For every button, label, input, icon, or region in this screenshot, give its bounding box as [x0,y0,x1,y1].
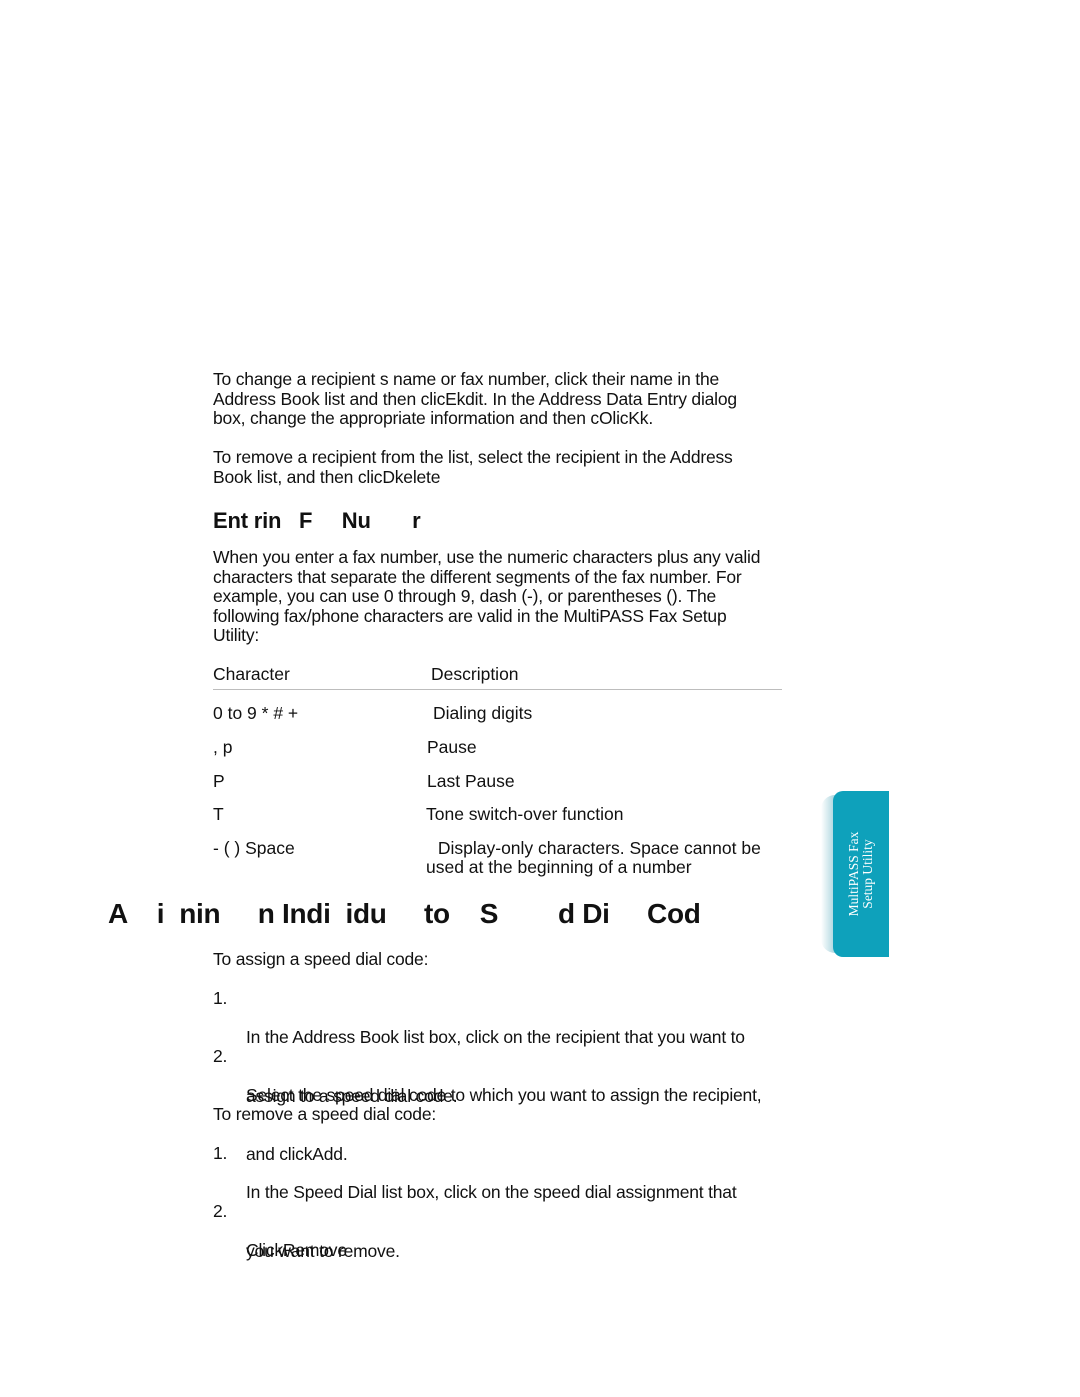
cell-character: - ( ) Space [213,838,295,858]
text-line: Address Book list and then clicEkdit. In… [213,388,737,409]
text-line: Book list, and then clicDkelete [213,466,441,487]
step-text-line: Select the speed dial code to which you … [246,1085,762,1106]
table-header-character: Character [213,664,290,684]
cell-description: Pause [427,737,477,757]
step-text-line: In the Address Book list box, click on t… [246,1027,745,1048]
text-line: Utility: [213,625,260,646]
text-line: To remove a speed dial code: [213,1104,437,1124]
step-text-line: In the Speed Dial list box, click on the… [246,1182,737,1203]
tab-label-line: Setup Utility [860,839,875,909]
section-heading-entering-fax-numbers: Ent rin F Nu r [213,508,421,533]
step-number: 1. [213,1143,228,1163]
step-number: 2. [213,1046,228,1066]
cell-description: Dialing digits [433,703,533,723]
cell-description: Tone switch-over function [426,804,624,824]
step-text-line: ClickRemove [246,1240,347,1261]
text-line: example, you can use 0 through 9, dash (… [213,586,717,607]
fax-number-paragraph: When you enter a fax number, use the num… [213,547,853,646]
remove-intro: To remove a speed dial code: [213,1104,853,1125]
cell-description-continued: used at the beginning of a number [426,857,692,877]
tab-label-line: MultiPASS Fax [846,831,861,917]
table-header-divider [213,689,782,690]
text-line: To change a recipient s name or fax numb… [213,369,720,389]
cell-character: , p [213,737,233,757]
step-number: 2. [213,1201,228,1221]
text-line: When you enter a fax number, use the num… [213,547,761,567]
text-line: To remove a recipient from the list, sel… [213,447,733,467]
text-line: box, change the appropriate information … [213,408,653,429]
cell-character: P [213,771,225,791]
edit-recipient-paragraph: To change a recipient s name or fax numb… [213,369,853,429]
text-line: following fax/phone characters are valid… [213,605,727,626]
table-header-description: Description [431,664,519,684]
text-line: characters that separate the different s… [213,566,742,587]
cell-description: Last Pause [427,771,515,791]
section-heading-assign-speed-dial: A i nin n Indi idu to S d Di Cod [108,898,701,929]
remove-recipient-paragraph: To remove a recipient from the list, sel… [213,447,853,487]
text-line: To assign a speed dial code: [213,949,429,969]
step-number: 1. [213,988,228,1008]
cell-character: 0 to 9 * # + [213,703,299,723]
tab-label: MultiPASS Fax Setup Utility [846,831,875,917]
assign-intro: To assign a speed dial code: [213,949,853,970]
tab-body: MultiPASS Fax Setup Utility [833,791,889,957]
chapter-side-tab: MultiPASS Fax Setup Utility [821,791,889,957]
cell-description: Display-only characters. Space cannot be [433,838,761,858]
cell-character: T [213,804,224,824]
